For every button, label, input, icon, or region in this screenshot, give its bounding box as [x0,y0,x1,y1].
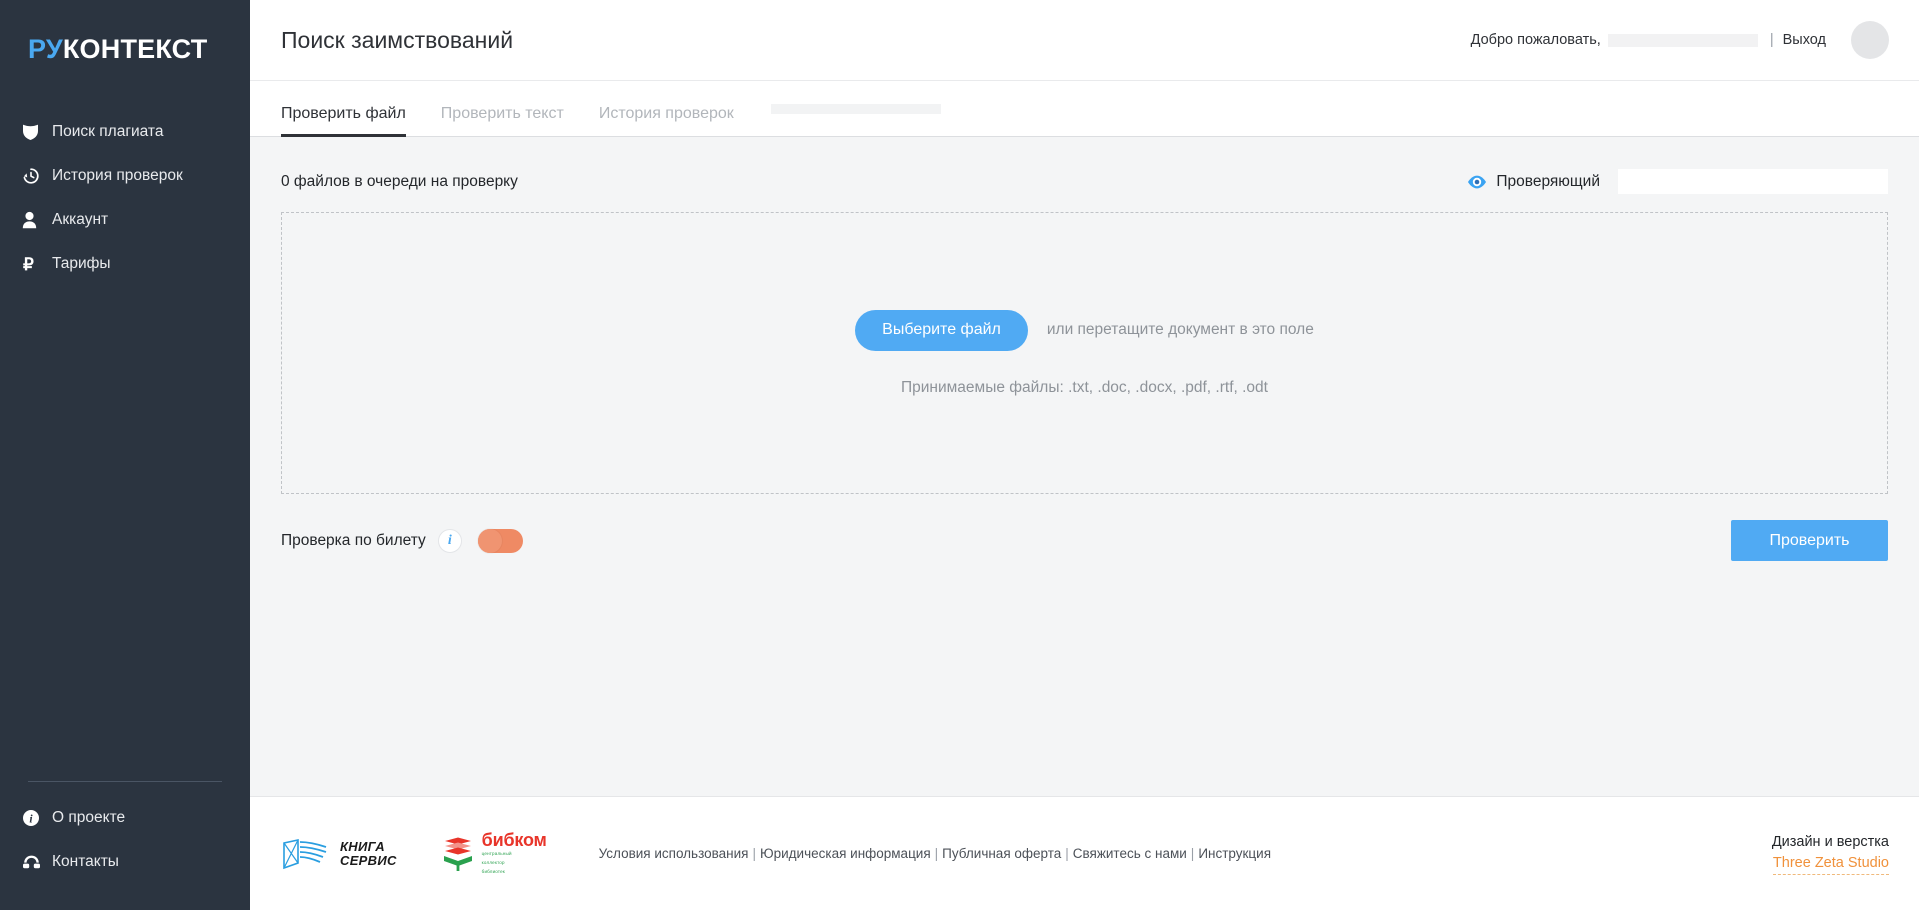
top-bar: Поиск заимствований Добро пожаловать, | … [250,0,1919,81]
brand-logo-ru: РУ [28,33,63,64]
info-circle-icon: i [22,809,52,827]
bibkom-mark [443,837,472,871]
brand-logo-kontekst: КОНТЕКСТ [62,33,208,64]
user-block: Добро пожаловать, | Выход [1471,21,1889,59]
footer-logos: КНИГА СЕРВИС бибком центральный коллекто… [281,831,547,875]
bibkom-logo[interactable]: бибком центральный коллектор библиотек [439,831,547,875]
app-root: РУКОНТЕКСТ Поиск плагиата История провер… [0,0,1919,910]
check-button[interactable]: Проверить [1731,520,1888,561]
content-header-row: 0 файлов в очереди на проверку Проверяющ… [281,169,1888,194]
sidebar-item-label: О проекте [52,809,126,826]
sidebar-item-about[interactable]: i О проекте [0,796,250,840]
bibkom-wordmark: бибком центральный коллектор библиотек [482,831,547,875]
sidebar-divider [28,781,222,782]
dropzone-action-row: Выберите файл или перетащите документ в … [855,309,1314,351]
footer-link-separator: | [752,846,756,861]
footer-link-separator: | [934,846,939,861]
bibkom-sub3: библиотек [481,868,505,874]
logout-link[interactable]: Выход [1783,32,1826,48]
phone-icon [22,854,52,870]
svg-text:₽: ₽ [23,255,34,273]
dropzone-hint: или перетащите документ в это поле [1046,321,1314,338]
credits-label: Дизайн и верстка [1771,833,1889,850]
accepted-formats-text: Принимаемые файлы: .txt, .doc, .docx, .p… [901,378,1268,396]
brand-logo-text: РУКОНТЕКСТ [28,33,208,64]
knigaservis-mark [283,838,327,869]
sidebar-item-label: История проверок [52,167,183,184]
sidebar-item-label: Тарифы [52,255,111,272]
file-dropzone[interactable]: Выберите файл или перетащите документ в … [281,212,1888,494]
reviewer-input[interactable] [1618,169,1888,194]
header-separator: | [1769,32,1774,48]
tab-bar-placeholder [770,103,941,114]
footer-link-separator: | [1190,846,1195,861]
sidebar: РУКОНТЕКСТ Поиск плагиата История провер… [0,0,250,910]
info-circle-icon[interactable]: i [437,528,462,553]
footer-link-manual[interactable]: Инструкция [1198,846,1271,861]
sidebar-item-label: Поиск плагиата [52,123,164,140]
bibkom-sub1: центральный [481,851,512,857]
sidebar-item-plagiarism-search[interactable]: Поиск плагиата [0,110,250,154]
sidebar-item-label: Аккаунт [52,211,109,228]
footer-credits: Дизайн и верстка Three Zeta Studio [1771,832,1889,876]
tab-check-history[interactable]: История проверок [599,105,734,137]
bibkom-main: бибком [481,830,547,851]
shield-icon [22,123,52,141]
reviewer-label: Проверяющий [1496,172,1600,190]
welcome-text: Добро пожаловать, [1470,32,1601,48]
sidebar-item-tariffs[interactable]: ₽ Тарифы [0,242,250,286]
sidebar-item-contacts[interactable]: Контакты [0,840,250,884]
ticket-check-label: Проверка по билету [281,531,426,549]
page-footer: КНИГА СЕРВИС бибком центральный коллекто… [250,796,1919,910]
footer-link-offer[interactable]: Публичная оферта [942,846,1061,861]
bibkom-sub2: коллектор [481,860,505,866]
footer-links: Условия использования | Юридическая информ… [599,846,1271,861]
footer-link-terms[interactable]: Условия использования [599,846,749,861]
tab-check-file[interactable]: Проверить файл [281,105,406,137]
main-area: Поиск заимствований Добро пожаловать, | … [250,0,1919,910]
eye-icon[interactable] [1467,172,1487,192]
sidebar-nav-secondary: i О проекте Контакты [0,796,250,910]
content-footer-row: Проверка по билету i Проверить [281,520,1888,561]
reviewer-group: Проверяющий [1467,169,1888,194]
tab-bar: Проверить файл Проверить текст История п… [250,81,1919,137]
footer-link-separator: | [1065,846,1069,861]
ticket-check-toggle[interactable] [477,528,523,553]
credits-studio-link[interactable]: Three Zeta Studio [1772,853,1889,876]
history-clock-icon [22,167,52,185]
page-title: Поиск заимствований [281,26,514,53]
sidebar-item-label: Контакты [52,853,119,870]
toggle-knob [477,528,502,553]
knigaservis-line2: СЕРВИС [340,852,397,868]
ruble-icon: ₽ [22,255,52,273]
knigaservis-logo[interactable]: КНИГА СЕРВИС [281,837,397,871]
content-panel: 0 файлов в очереди на проверку Проверяющ… [250,137,1919,796]
tab-check-text[interactable]: Проверить текст [441,105,564,137]
sidebar-item-account[interactable]: Аккаунт [0,198,250,242]
sidebar-nav-primary: Поиск плагиата История проверок Аккаунт … [0,98,250,286]
avatar[interactable] [1851,21,1889,59]
brand-logo[interactable]: РУКОНТЕКСТ [0,0,250,98]
username-redacted [1607,33,1758,47]
knigaservis-line1: КНИГА [340,839,385,855]
queue-status-text: 0 файлов в очереди на проверку [281,172,518,190]
knigaservis-wordmark: КНИГА СЕРВИС [340,840,397,867]
footer-link-legal[interactable]: Юридическая информация [760,846,931,861]
choose-file-button[interactable]: Выберите файл [855,309,1028,351]
user-icon [22,211,52,229]
footer-link-contact[interactable]: Свяжитесь с нами [1073,846,1187,861]
sidebar-item-check-history[interactable]: История проверок [0,154,250,198]
